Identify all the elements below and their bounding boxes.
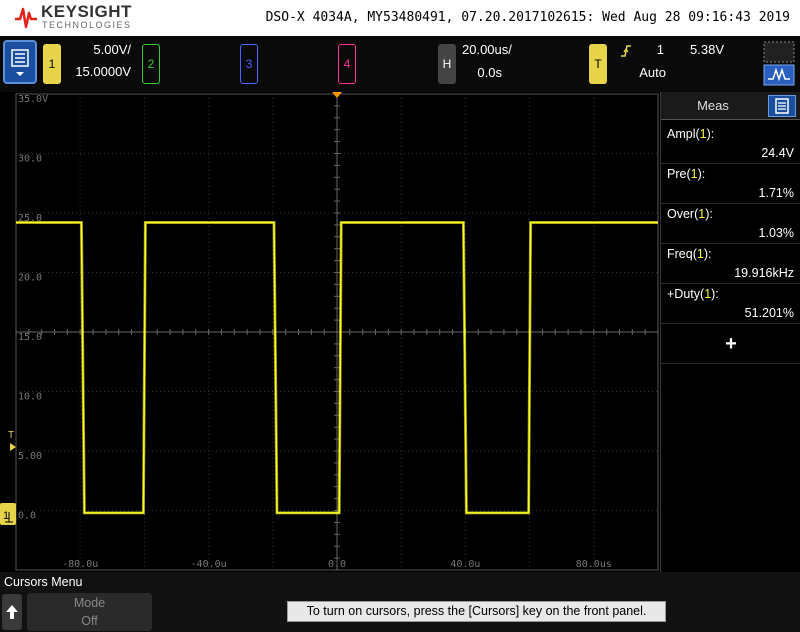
x-axis-label: -40.0u <box>191 559 227 570</box>
meas-value: 1.71% <box>758 186 794 200</box>
up-arrow-icon <box>6 605 18 619</box>
trigger-level: 5.38V <box>690 42 724 57</box>
y-axis-label: 0.0 <box>18 511 36 522</box>
trigger-button[interactable]: T <box>589 44 607 84</box>
mode-softkey[interactable]: Mode Off <box>27 593 152 631</box>
meas-list-button[interactable] <box>768 95 796 117</box>
timebase-value: 20.00us/ <box>462 42 512 57</box>
meas-row-freq[interactable]: Freq(1): 19.916kHz <box>661 244 800 284</box>
x-axis-label: 40.0u <box>450 559 480 570</box>
rising-edge-icon <box>621 45 631 57</box>
meas-value: 19.916kHz <box>734 266 794 280</box>
meas-value: 24.4V <box>761 146 794 160</box>
channel-2-button[interactable]: 2 <box>142 44 160 84</box>
meas-label: Freq(1): <box>667 247 712 261</box>
meas-row-over[interactable]: Over(1): 1.03% <box>661 204 800 244</box>
graticule: 35.0V30.025.020.015.010.05.000.0-80.0u -4… <box>0 92 659 571</box>
mode-value: Off <box>81 614 98 628</box>
trigger-level-marker: T <box>8 430 16 451</box>
autoscale-button[interactable] <box>762 39 796 87</box>
meas-value: 1.03% <box>758 226 794 240</box>
autoscale-icon <box>763 41 795 86</box>
channel-4-button[interactable]: 4 <box>338 44 356 84</box>
keysight-logo-icon <box>15 7 37 29</box>
meas-label: Ampl(1): <box>667 127 715 141</box>
y-axis-label: 10.0 <box>18 392 42 403</box>
trigger-mode: Auto <box>639 65 666 80</box>
softkey-bar: Cursors Menu Mode Off To turn on cursors… <box>0 572 800 632</box>
meas-value: 51.201% <box>744 306 794 320</box>
trigger-level-label: T <box>8 430 14 441</box>
x-axis-label: 0.0 <box>328 559 346 570</box>
measurement-panel: Meas Ampl(1): 24.4V Pre(1): 1.71% Over(1… <box>660 92 800 572</box>
brand-name: KEYSIGHT <box>41 2 132 21</box>
y-axis-label: 30.0 <box>18 154 42 165</box>
y-axis-label: 35.0V <box>18 94 48 105</box>
channel-3-button[interactable]: 3 <box>240 44 258 84</box>
meas-list-icon <box>775 98 789 114</box>
x-axis-label: -80.0u <box>62 559 98 570</box>
trigger-position-marker-icon <box>332 92 342 98</box>
y-axis-label: 15.0 <box>18 332 42 343</box>
ground-marker: 1 <box>0 503 16 525</box>
instrument-title: DSO-X 4034A, MY53480491, 07.20.201710261… <box>265 10 790 25</box>
horizontal-button[interactable]: H <box>438 44 456 84</box>
main-menu-button[interactable] <box>3 40 37 84</box>
meas-title: Meas <box>697 98 729 113</box>
hint-message: To turn on cursors, press the [Cursors] … <box>287 601 666 622</box>
brand-subtitle: TECHNOLOGIES <box>42 20 132 30</box>
meas-label: Pre(1): <box>667 167 706 181</box>
menu-title: Cursors Menu <box>4 575 83 589</box>
ground-marker-label: 1 <box>3 510 9 522</box>
meas-label: Over(1): <box>667 207 713 221</box>
meas-row-ampl[interactable]: Ampl(1): 24.4V <box>661 124 800 164</box>
channel-1-scale: 5.00V/ <box>93 42 131 57</box>
y-axis-label: 5.00 <box>18 451 42 462</box>
title-bar: KEYSIGHT TECHNOLOGIES DSO-X 4034A, MY534… <box>0 0 800 36</box>
channel-1-button[interactable]: 1 <box>43 44 61 84</box>
waveform-display[interactable]: 35.0V 30.0 25.0 20.0 15.0 10.0 5.00 0.0 -80.0u -4… <box>0 92 660 572</box>
y-axis-label: 20.0 <box>18 273 42 284</box>
back-button[interactable] <box>2 594 22 630</box>
meas-row-pre[interactable]: Pre(1): 1.71% <box>661 164 800 204</box>
add-measurement-button[interactable]: + <box>661 324 800 364</box>
meas-header: Meas <box>661 92 800 120</box>
delay-value: 0.0s <box>477 65 502 80</box>
toolbar: 1 5.00V/ 15.0000V 2 3 4 H 20.00us/ 0.0s … <box>0 36 800 92</box>
meas-row-duty[interactable]: +Duty(1): 51.201% <box>661 284 800 324</box>
mode-label: Mode <box>73 596 106 610</box>
channel-1-offset: 15.0000V <box>75 64 131 79</box>
trigger-source: 1 <box>656 42 664 57</box>
x-axis-label: 80.0us <box>576 559 612 570</box>
menu-list-icon <box>11 49 29 76</box>
meas-label: +Duty(1): <box>667 287 719 301</box>
